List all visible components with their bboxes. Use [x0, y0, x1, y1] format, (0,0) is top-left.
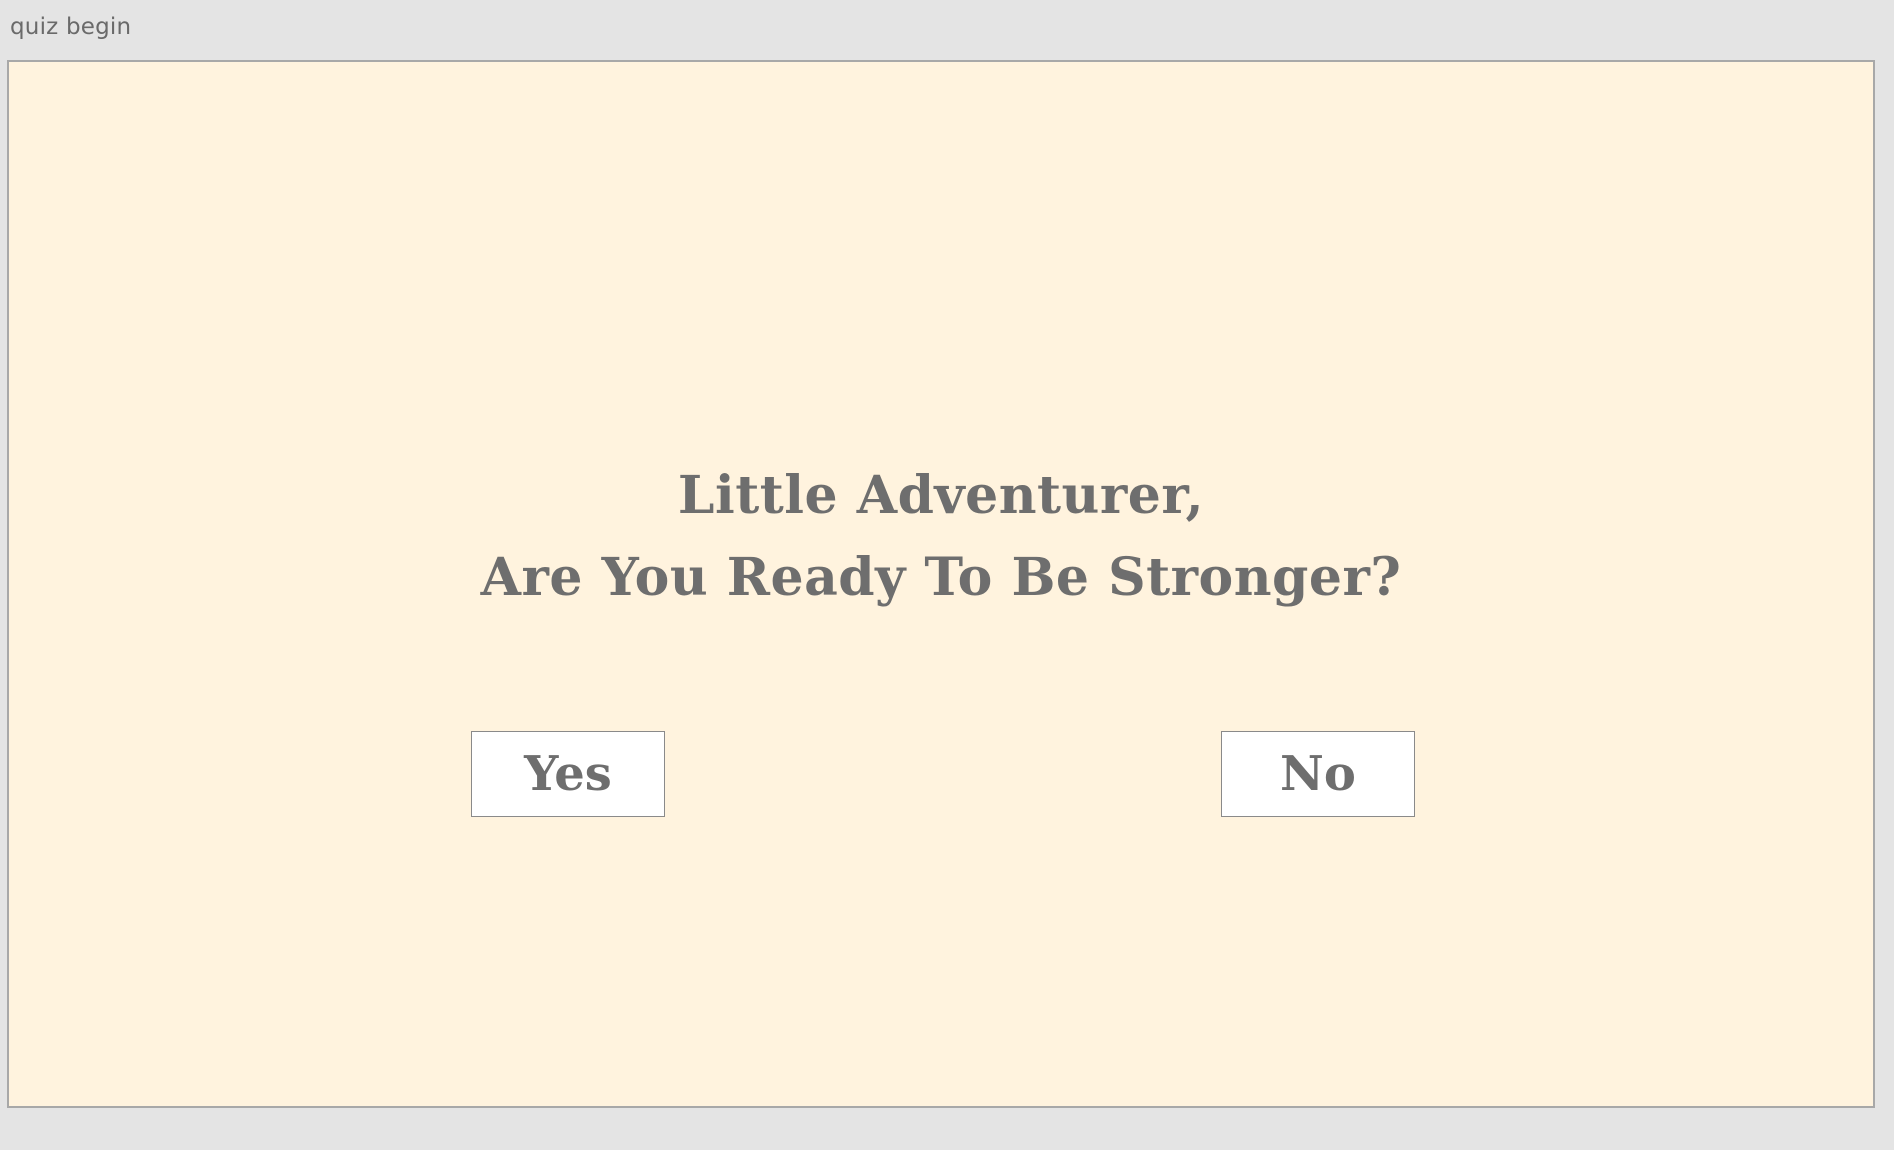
artboard-name-label[interactable]: quiz begin	[10, 14, 131, 40]
headline-question: Are You Ready To Be Stronger?	[480, 547, 1402, 608]
quiz-artboard: Little Adventurer, Are You Ready To Be S…	[7, 60, 1875, 1108]
no-button[interactable]: No	[1221, 731, 1415, 817]
yes-button[interactable]: Yes	[471, 731, 665, 817]
headline-greeting: Little Adventurer,	[677, 465, 1205, 526]
